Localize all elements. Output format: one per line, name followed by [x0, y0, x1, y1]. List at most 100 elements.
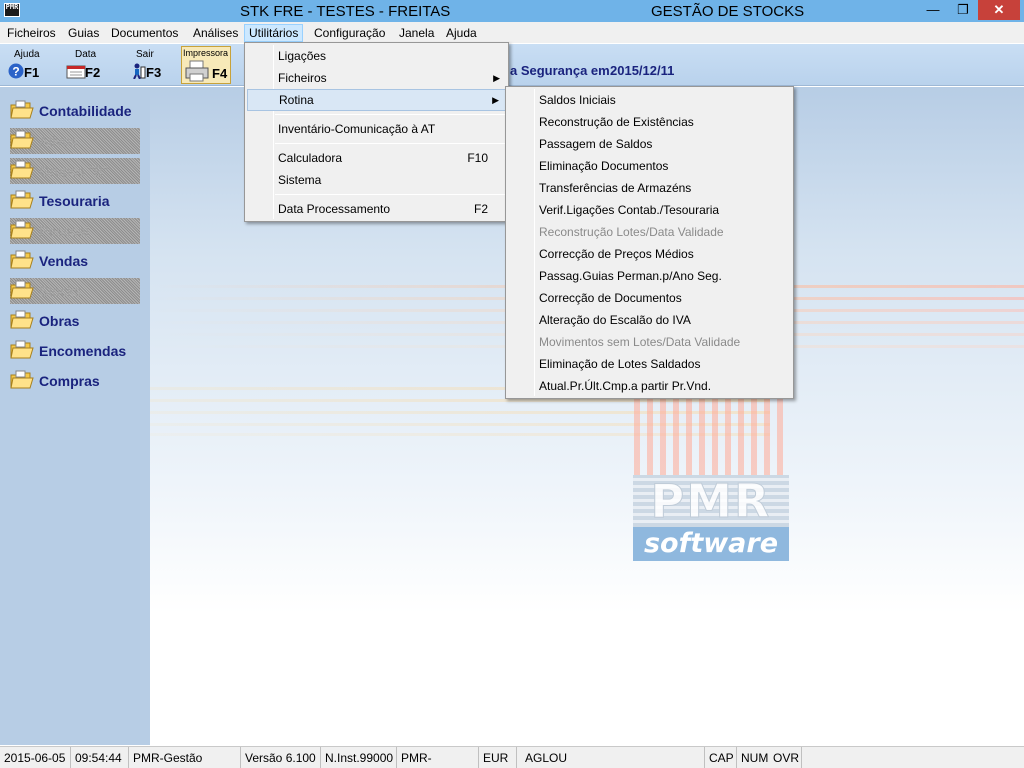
menu-item-reconstrucao-existencias[interactable]: Reconstrução de Existências	[508, 111, 791, 133]
help-tool-button[interactable]: Ajuda ? F1	[2, 46, 58, 84]
module-sidebar: Contabilidade Ativos Grupos "B" Tesourar…	[0, 87, 150, 745]
restore-button[interactable]: ❐	[948, 0, 978, 20]
menu-item-inventario-at[interactable]: Inventário-Comunicação à AT	[247, 118, 506, 140]
folder-icon	[10, 190, 34, 209]
close-button[interactable]: ✕	[978, 0, 1020, 20]
menu-item-sistema[interactable]: Sistema	[247, 169, 506, 191]
tool-key: F3	[146, 65, 162, 80]
menu-analises[interactable]: Análises	[189, 24, 242, 42]
tool-label: Impressora	[183, 48, 229, 58]
exit-person-icon	[133, 63, 146, 79]
menu-item-reconstrucao-lotes: Reconstrução Lotes/Data Validade	[539, 225, 724, 239]
menu-utilitarios[interactable]: Utilitários	[244, 24, 304, 42]
status-version: Versão 6.100	[241, 747, 321, 768]
printer-icon	[185, 60, 209, 82]
sidebar-item-compras[interactable]: Compras	[10, 368, 140, 394]
status-bar: 2015-06-05 09:54:44 PMR-Gestão Stocks Ve…	[0, 746, 1024, 768]
date-tool-button[interactable]: Data F2	[63, 46, 119, 84]
sidebar-item-grupos-b: Grupos "B"	[10, 158, 140, 184]
tool-label: Ajuda	[14, 49, 40, 60]
menu-item-movimentos-sem-lotes: Movimentos sem Lotes/Data Validade	[539, 335, 741, 349]
sidebar-item-obras[interactable]: Obras	[10, 308, 140, 334]
sidebar-item-tesouraria[interactable]: Tesouraria	[10, 188, 140, 214]
menu-item-transferencias-armazens[interactable]: Transferências de Armazéns	[508, 177, 791, 199]
status-time: 09:54:44	[71, 747, 129, 768]
sidebar-item-contabilidade[interactable]: Contabilidade	[10, 98, 140, 124]
printer-tool-button[interactable]: Impressora F4	[181, 46, 231, 84]
menu-separator	[275, 143, 506, 144]
status-currency: EUR	[479, 747, 517, 768]
exit-tool-button[interactable]: Sair F3	[124, 46, 180, 84]
status-product: PMR-Gestão Stocks	[129, 747, 241, 768]
sidebar-item-label: Ativos	[39, 133, 78, 149]
sidebar-item-stocks: Stocks	[10, 278, 140, 304]
menu-documentos[interactable]: Documentos	[107, 24, 182, 42]
menu-item-calculadora[interactable]: Calculadora F10	[247, 147, 506, 169]
tool-key: F4	[212, 66, 228, 81]
minimize-button[interactable]: —	[918, 0, 948, 20]
sidebar-item-vendas[interactable]: Vendas	[10, 248, 140, 274]
sidebar-item-label: Compras	[39, 373, 100, 389]
sidebar-item-label: Stocks	[39, 283, 82, 299]
folder-icon	[10, 100, 34, 119]
utilitarios-menu: Ligações Ficheiros ▶ Rotina ▶ Inventário-C…	[244, 42, 509, 222]
menu-janela[interactable]: Janela	[395, 24, 438, 42]
menu-item-eliminacao-lotes[interactable]: Eliminação de Lotes Saldados	[508, 353, 791, 375]
menu-item-atual-pr-ult-cmp[interactable]: Atual.Pr.Últ.Cmp.a partir Pr.Vnd.	[508, 375, 791, 397]
sidebar-item-label: Tesouraria	[39, 193, 110, 209]
menu-separator	[275, 114, 506, 115]
submenu-arrow-icon: ▶	[493, 73, 500, 83]
folder-icon	[10, 130, 34, 149]
submenu-arrow-icon: ▶	[492, 95, 499, 105]
folder-icon	[10, 250, 34, 269]
menu-item-correccao-documentos[interactable]: Correcção de Documentos	[508, 287, 791, 309]
status-num: NUM	[741, 751, 769, 765]
sidebar-item-label: Contabilidade	[39, 103, 132, 119]
menu-guias[interactable]: Guias	[64, 24, 103, 42]
status-date: 2015-06-05	[0, 747, 71, 768]
folder-icon	[10, 310, 34, 329]
menu-item-rotina[interactable]: Rotina ▶	[247, 89, 506, 111]
sidebar-item-pessoal: Pessoal	[10, 218, 140, 244]
tool-key: F2	[85, 65, 101, 80]
status-installation: N.Inst.99000	[321, 747, 397, 768]
app-icon[interactable]: PMR	[4, 3, 20, 17]
sidebar-item-ativos: Ativos	[10, 128, 140, 154]
menu-item-passagem-saldos[interactable]: Passagem de Saldos	[508, 133, 791, 155]
calendar-icon	[66, 65, 86, 79]
title-bar: PMR STK FRE - TESTES - FREITAS GESTÃO DE…	[0, 0, 1024, 22]
sidebar-item-label: Grupos "B"	[39, 163, 109, 179]
window-title: STK FRE - TESTES - FREITAS	[240, 3, 451, 20]
tool-key: F1	[24, 65, 40, 80]
menu-item-correccao-precos[interactable]: Correcção de Preços Médios	[508, 243, 791, 265]
folder-icon	[10, 370, 34, 389]
sidebar-item-encomendas[interactable]: Encomendas	[10, 338, 140, 364]
status-ovr: OVR	[769, 747, 802, 768]
folder-icon	[10, 160, 34, 179]
menu-item-eliminacao-documentos[interactable]: Eliminação Documentos	[508, 155, 791, 177]
menu-ficheiros[interactable]: Ficheiros	[3, 24, 60, 42]
status-user: AGLOU	[517, 747, 705, 768]
menu-item-data-processamento[interactable]: Data Processamento F2	[247, 198, 506, 220]
menu-ajuda[interactable]: Ajuda	[442, 24, 481, 42]
menu-item-passag-guias[interactable]: Passag.Guias Perman.p/Ano Seg.	[508, 265, 791, 287]
sidebar-item-label: Vendas	[39, 253, 89, 269]
logo-word: software	[633, 527, 789, 561]
help-icon: ?	[8, 63, 24, 79]
menu-item-alteracao-iva[interactable]: Alteração do Escalão do IVA	[508, 309, 791, 331]
folder-icon	[10, 340, 34, 359]
sidebar-item-label: Pessoal	[39, 223, 89, 239]
app-subtitle: GESTÃO DE STOCKS	[651, 3, 805, 20]
backup-date: 2015/12/11	[610, 63, 675, 78]
menu-bar: Ficheiros Guias Documentos Análises Util…	[0, 22, 1024, 43]
menu-separator	[275, 194, 506, 195]
tool-label: Sair	[136, 49, 154, 60]
menu-item-ficheiros[interactable]: Ficheiros ▶	[247, 67, 506, 89]
tool-label: Data	[75, 49, 97, 60]
toolbar: Ajuda ? F1 Data F2 Sair F3 Impressora F4…	[0, 43, 1024, 86]
menu-configuracao[interactable]: Configuração	[310, 24, 389, 42]
menu-item-ligacoes[interactable]: Ligações	[247, 45, 506, 67]
menu-item-verif-ligacoes[interactable]: Verif.Ligações Contab./Tesouraria	[508, 199, 791, 221]
menu-item-saldos-iniciais[interactable]: Saldos Iniciais	[508, 89, 791, 111]
folder-icon	[10, 280, 34, 299]
